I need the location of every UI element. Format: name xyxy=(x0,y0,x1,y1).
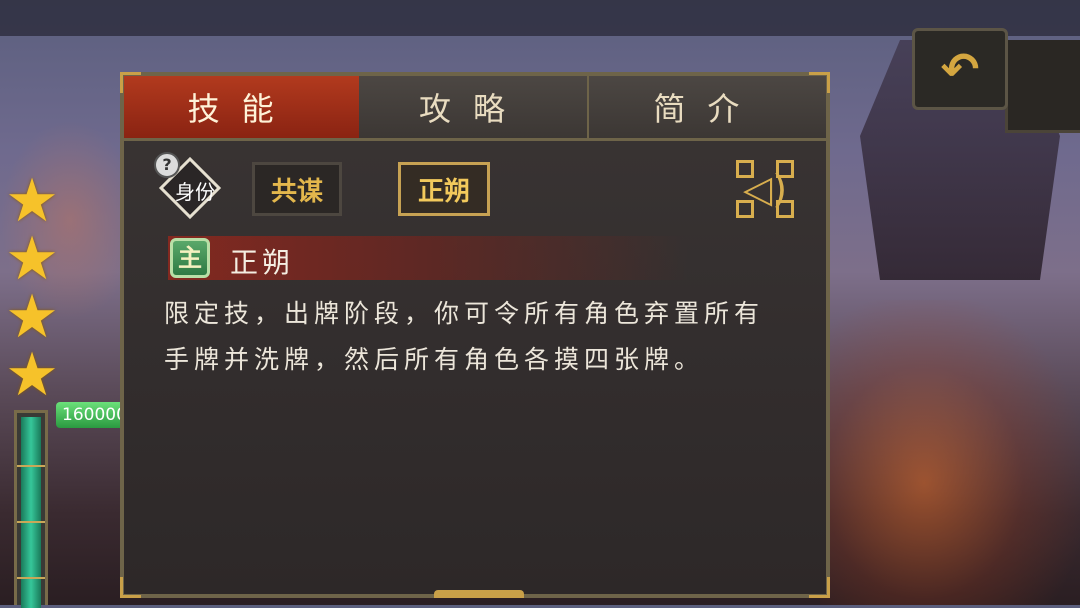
skill-description-line: 限定技，出牌阶段，你可令所有角色弃置所有 xyxy=(164,299,765,328)
panel-corner xyxy=(809,577,830,598)
bracket-corner xyxy=(736,160,754,178)
star-rating: ★ ★ ★ ★ xyxy=(0,166,64,410)
skill-name: 正朔 xyxy=(230,246,295,279)
bracket-corner xyxy=(776,160,794,178)
bracket-corner xyxy=(776,200,794,218)
experience-segment xyxy=(17,465,45,467)
background-fire-glow xyxy=(820,300,1080,605)
back-button[interactable]: ↶ xyxy=(912,28,1008,110)
help-icon[interactable]: ? xyxy=(154,152,180,178)
skill-description-line: 手牌并洗牌，然后所有角色各摸四张牌。 xyxy=(164,345,705,374)
star-icon: ★ xyxy=(5,166,59,236)
back-arrow-icon: ↶ xyxy=(940,42,980,96)
experience-bar xyxy=(14,410,48,608)
star-icon: ★ xyxy=(5,282,59,352)
bracket-corner xyxy=(736,200,754,218)
tab-skills[interactable]: 技能 xyxy=(124,76,360,138)
panel-bottom-ornament xyxy=(434,590,524,598)
general-detail-panel: 技能 攻略 简介 身份 ? 共谋 正朔 ◁) 主 正朔 限定技，出牌阶段，你可令… xyxy=(120,72,830,598)
experience-segment xyxy=(17,577,45,579)
tab-strategy[interactable]: 攻略 xyxy=(359,76,589,138)
star-icon: ★ xyxy=(5,340,59,410)
star-icon: ★ xyxy=(5,224,59,294)
tab-intro[interactable]: 简介 xyxy=(589,76,826,138)
skill-button-gongmou[interactable]: 共谋 xyxy=(252,162,342,216)
lord-skill-badge: 主 xyxy=(170,238,210,278)
panel-corner xyxy=(120,577,141,598)
skill-voice-button[interactable]: ◁) xyxy=(736,160,794,218)
skill-button-zhengshuo[interactable]: 正朔 xyxy=(398,162,490,216)
identity-label: 身份 xyxy=(175,180,215,204)
skill-description: 限定技，出牌阶段，你可令所有角色弃置所有 手牌并洗牌，然后所有角色各摸四张牌。 xyxy=(164,291,804,383)
experience-segment xyxy=(17,521,45,523)
experience-fill xyxy=(21,417,41,608)
corner-ornament xyxy=(1005,40,1080,133)
tab-bar: 技能 攻略 简介 xyxy=(124,76,826,141)
